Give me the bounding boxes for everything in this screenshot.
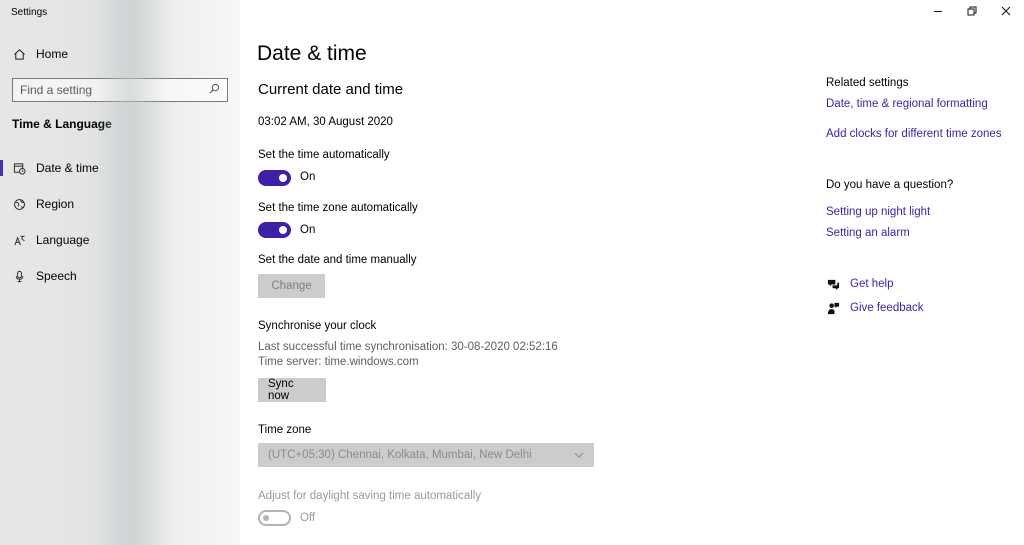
main-content: Date & time Current date and time 03:02 … xyxy=(257,0,817,545)
language-icon xyxy=(12,233,26,247)
sync-title: Synchronise your clock xyxy=(258,320,377,332)
restore-button[interactable] xyxy=(955,0,989,24)
sidebar-item-label: Region xyxy=(36,197,75,211)
time-zone-value: (UTC+05:30) Chennai, Kolkata, Mumbai, Ne… xyxy=(268,449,532,461)
sidebar: Settings Home Find a setting Time & Lang… xyxy=(0,0,240,545)
sidebar-item-speech[interactable]: Speech xyxy=(0,261,240,291)
set-time-auto-label: Set the time automatically xyxy=(258,149,390,161)
home-nav-item[interactable]: Home xyxy=(0,39,240,69)
sidebar-item-label: Language xyxy=(36,233,90,247)
minimize-icon xyxy=(933,3,943,21)
change-button[interactable]: Change xyxy=(258,274,325,298)
microphone-icon xyxy=(12,269,26,283)
help-chat-icon xyxy=(826,277,840,291)
search-placeholder: Find a setting xyxy=(20,83,93,97)
sync-now-button[interactable]: Sync now xyxy=(258,378,326,402)
get-help-link[interactable]: Get help xyxy=(826,277,893,291)
home-icon xyxy=(12,47,26,61)
current-datetime: 03:02 AM, 30 August 2020 xyxy=(258,116,393,128)
page-title: Date & time xyxy=(257,42,367,65)
time-zone-dropdown[interactable]: (UTC+05:30) Chennai, Kolkata, Mumbai, Ne… xyxy=(258,443,594,467)
question-title: Do you have a question? xyxy=(826,179,954,191)
set-time-auto-state: On xyxy=(300,171,316,183)
night-light-link[interactable]: Setting up night light xyxy=(826,206,930,218)
set-timezone-auto-label: Set the time zone automatically xyxy=(258,202,418,214)
search-icon xyxy=(209,81,220,99)
add-clocks-link[interactable]: Add clocks for different time zones xyxy=(826,128,1002,140)
sidebar-item-date-time[interactable]: Date & time xyxy=(0,153,240,183)
close-icon xyxy=(1001,3,1011,21)
regional-formatting-link[interactable]: Date, time & regional formatting xyxy=(826,98,988,110)
give-feedback-link[interactable]: Give feedback xyxy=(826,301,924,315)
sidebar-item-language[interactable]: Language xyxy=(0,225,240,255)
search-input[interactable]: Find a setting xyxy=(12,78,228,102)
last-sync-text: Last successful time synchronisation: 30… xyxy=(258,341,558,353)
give-feedback-label: Give feedback xyxy=(850,302,924,314)
dst-toggle[interactable] xyxy=(258,510,291,526)
sidebar-item-region[interactable]: Region xyxy=(0,189,240,219)
time-zone-label: Time zone xyxy=(258,424,312,436)
globe-icon xyxy=(12,197,26,211)
home-label: Home xyxy=(36,47,69,61)
restore-icon xyxy=(967,3,977,21)
app-title: Settings xyxy=(11,7,48,18)
related-settings-title: Related settings xyxy=(826,77,909,89)
chevron-down-icon xyxy=(574,449,584,461)
set-manual-label: Set the date and time manually xyxy=(258,254,417,266)
feedback-icon xyxy=(826,301,840,315)
calendar-clock-icon xyxy=(12,161,26,175)
set-time-auto-toggle[interactable] xyxy=(258,170,291,186)
sidebar-item-label: Date & time xyxy=(36,161,99,175)
get-help-label: Get help xyxy=(850,278,894,290)
section-title: Time & Language xyxy=(12,117,112,131)
close-button[interactable] xyxy=(989,0,1023,24)
dst-state: Off xyxy=(300,512,316,524)
minimize-button[interactable] xyxy=(921,0,955,24)
sidebar-item-label: Speech xyxy=(36,269,77,283)
dst-label: Adjust for daylight saving time automati… xyxy=(258,490,482,502)
set-timezone-auto-state: On xyxy=(300,224,316,236)
alarm-link[interactable]: Setting an alarm xyxy=(826,227,910,239)
time-server-text: Time server: time.windows.com xyxy=(258,356,419,368)
set-timezone-auto-toggle[interactable] xyxy=(258,222,291,238)
section-subtitle: Current date and time xyxy=(258,81,404,98)
